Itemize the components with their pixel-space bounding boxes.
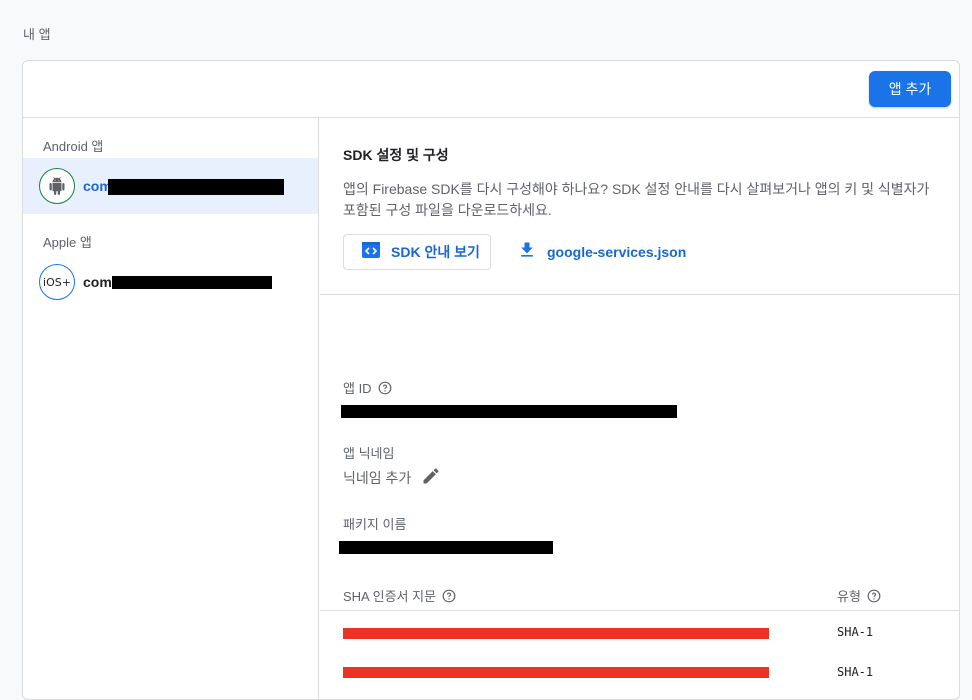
sha-table-divider [320, 610, 959, 611]
help-icon[interactable] [378, 381, 392, 395]
type-label-row: 유형 [837, 586, 881, 605]
ios-icon: iOS+ [39, 264, 75, 300]
android-section-label: Android 앱 [43, 139, 104, 154]
help-icon[interactable] [867, 589, 881, 603]
ios-icon-label: iOS+ [43, 275, 71, 289]
apps-card: 앱 추가 Android 앱 com Apple 앱 iOS+ com SDK … [22, 60, 960, 700]
nickname-label: 앱 닉네임 [343, 446, 395, 461]
android-app-item[interactable]: com [23, 158, 318, 214]
section-divider [320, 294, 959, 295]
redacted-sha-fingerprint [343, 667, 769, 678]
sdk-description: 앱의 Firebase SDK를 다시 구성해야 하나요? SDK 설정 안내를… [343, 181, 930, 218]
app-list-sidebar: Android 앱 com Apple 앱 iOS+ com [23, 118, 319, 699]
redacted-package-name [108, 179, 284, 195]
edit-icon[interactable] [421, 466, 441, 489]
sha-fingerprint-label: SHA 인증서 지문 [343, 589, 437, 604]
code-icon [361, 240, 381, 265]
card-header: 앱 추가 [23, 61, 959, 118]
apple-section-label: Apple 앱 [43, 235, 92, 250]
download-config-link[interactable]: google-services.json [517, 234, 686, 270]
apple-app-item[interactable]: iOS+ com [23, 254, 318, 310]
type-label: 유형 [837, 589, 861, 604]
sha-type: SHA-1 [837, 625, 874, 639]
package-name-label: 패키지 이름 [343, 517, 407, 532]
apple-app-name: com [83, 274, 112, 290]
page-title: 내 앱 [23, 27, 51, 42]
sha-type: SHA-1 [837, 665, 874, 679]
app-detail-panel: SDK 설정 및 구성 앱의 Firebase SDK를 다시 구성해야 하나요… [320, 118, 959, 699]
android-icon [39, 168, 75, 204]
nickname-placeholder: 닉네임 추가 [343, 469, 412, 486]
nickname-row[interactable]: 닉네임 추가 [343, 466, 441, 489]
view-sdk-guide-button[interactable]: SDK 안내 보기 [343, 234, 491, 270]
sha-label-row: SHA 인증서 지문 [343, 586, 456, 605]
download-icon [517, 240, 537, 265]
view-sdk-guide-label: SDK 안내 보기 [391, 244, 480, 260]
help-icon[interactable] [442, 589, 456, 603]
sdk-section-title: SDK 설정 및 구성 [343, 147, 449, 163]
app-id-label-row: 앱 ID [343, 378, 392, 397]
redacted-package-value [339, 541, 553, 554]
redacted-sha-fingerprint [343, 628, 769, 639]
redacted-app-id [341, 405, 677, 418]
redacted-bundle-id [112, 276, 272, 289]
app-id-label: 앱 ID [343, 381, 372, 396]
add-app-button[interactable]: 앱 추가 [869, 71, 951, 107]
config-file-label: google-services.json [547, 244, 687, 260]
